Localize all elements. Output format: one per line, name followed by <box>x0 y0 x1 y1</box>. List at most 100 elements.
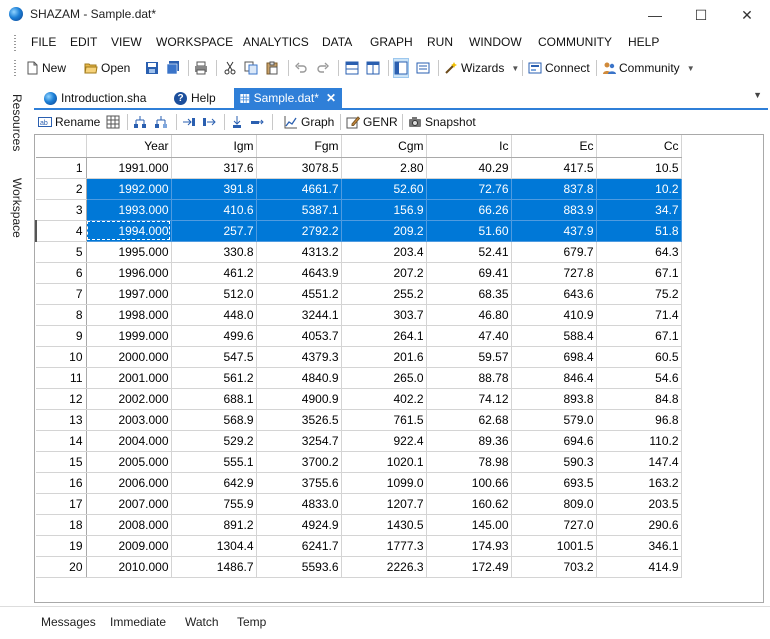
table-cell[interactable]: 1777.3 <box>341 535 427 557</box>
close-window-button[interactable]: ✕ <box>724 0 770 30</box>
cut-button[interactable] <box>223 59 237 77</box>
table-cell[interactable]: 410.6 <box>171 199 257 221</box>
table-cell[interactable]: 512.0 <box>171 283 257 305</box>
table-row[interactable]: 10 2000.000 547.5 4379.3 201.6 59.57 698.4 60.5 <box>36 346 682 368</box>
table-cell[interactable]: 5387.1 <box>256 199 342 221</box>
table-row[interactable]: 19 2009.000 1304.4 6241.7 1777.3 174.93 1001.5… <box>36 535 682 557</box>
table-cell[interactable]: 679.7 <box>511 241 597 263</box>
table-row[interactable]: 18 2008.000 891.2 4924.9 1430.5 145.00 727.0 29… <box>36 514 682 536</box>
row-header[interactable]: 1 <box>36 157 87 179</box>
table-cell[interactable]: 72.76 <box>426 178 512 200</box>
table-cell[interactable]: 3755.6 <box>256 472 342 494</box>
wizards-button[interactable]: Wizards ▼ <box>444 59 519 77</box>
table-cell[interactable]: 2009.000 <box>86 535 172 557</box>
table-cell[interactable]: 4924.9 <box>256 514 342 536</box>
row-header[interactable]: 19 <box>36 535 87 557</box>
insert-row-button[interactable] <box>230 113 244 131</box>
table-cell[interactable]: 3244.1 <box>256 304 342 326</box>
insert-column-right-button[interactable] <box>202 113 216 131</box>
row-header[interactable]: 4 <box>35 220 87 242</box>
table-cell[interactable]: 2002.000 <box>86 388 172 410</box>
table-cell[interactable]: 1998.000 <box>86 304 172 326</box>
delete-row-button[interactable] <box>250 113 264 131</box>
tab-list-dropdown-icon[interactable]: ▼ <box>753 90 762 100</box>
table-row[interactable]: 4 1994.000 257.7 2792.2 209.2 51.60 437.9 51.8 <box>35 220 682 242</box>
menu-data[interactable]: DATA <box>322 35 352 49</box>
column-header-fgm[interactable]: Fgm <box>256 135 342 158</box>
table-row[interactable]: 3 1993.000 410.6 5387.1 156.9 66.26 883.9 34.7 <box>36 199 682 221</box>
genr-button[interactable]: GENR <box>346 113 398 131</box>
table-cell[interactable]: 727.8 <box>511 262 597 284</box>
table-cell[interactable]: 4551.2 <box>256 283 342 305</box>
table-cell[interactable]: 34.7 <box>596 199 682 221</box>
save-all-button[interactable] <box>166 59 180 77</box>
table-cell[interactable]: 110.2 <box>596 430 682 452</box>
tree-button-1[interactable] <box>133 113 147 131</box>
table-row[interactable]: 13 2003.000 568.9 3526.5 761.5 62.68 579.0 96.8 <box>36 409 682 431</box>
table-cell[interactable]: 2003.000 <box>86 409 172 431</box>
table-cell[interactable]: 172.49 <box>426 556 512 578</box>
table-cell[interactable]: 4900.9 <box>256 388 342 410</box>
table-cell[interactable]: 4053.7 <box>256 325 342 347</box>
table-row[interactable]: 14 2004.000 529.2 3254.7 922.4 89.36 694.6 110.… <box>36 430 682 452</box>
table-cell[interactable]: 561.2 <box>171 367 257 389</box>
table-cell[interactable]: 52.60 <box>341 178 427 200</box>
table-cell[interactable]: 1486.7 <box>171 556 257 578</box>
tab-temp[interactable]: Temp <box>237 615 266 629</box>
column-header-year[interactable]: Year <box>86 135 172 158</box>
table-cell[interactable]: 265.0 <box>341 367 427 389</box>
graph-button[interactable]: Graph <box>284 113 334 131</box>
table-cell[interactable]: 147.4 <box>596 451 682 473</box>
table-row[interactable]: 11 2001.000 561.2 4840.9 265.0 88.78 846.4 54.6 <box>36 367 682 389</box>
table-row[interactable]: 5 1995.000 330.8 4313.2 203.4 52.41 679.7 64.3 <box>36 241 682 263</box>
table-cell[interactable]: 303.7 <box>341 304 427 326</box>
table-row[interactable]: 6 1996.000 461.2 4643.9 207.2 69.41 727.8 67.1 <box>36 262 682 284</box>
menu-analytics[interactable]: ANALYTICS <box>243 35 309 49</box>
row-header[interactable]: 15 <box>36 451 87 473</box>
table-cell[interactable]: 51.60 <box>426 220 512 242</box>
table-row[interactable]: 9 1999.000 499.6 4053.7 264.1 47.40 588.4 67.1 <box>36 325 682 347</box>
table-cell[interactable]: 1001.5 <box>511 535 597 557</box>
row-header[interactable]: 8 <box>36 304 87 326</box>
table-cell[interactable]: 448.0 <box>171 304 257 326</box>
table-cell[interactable]: 1991.000 <box>86 157 172 179</box>
data-grid[interactable]: Year Igm Fgm Cgm Ic Ec Cc 1 1991.000 317.6… <box>34 134 764 603</box>
table-cell[interactable]: 84.8 <box>596 388 682 410</box>
table-cell[interactable]: 75.2 <box>596 283 682 305</box>
table-cell[interactable]: 52.41 <box>426 241 512 263</box>
menu-community[interactable]: COMMUNITY <box>538 35 612 49</box>
table-cell[interactable]: 1430.5 <box>341 514 427 536</box>
table-cell[interactable]: 1996.000 <box>86 262 172 284</box>
table-cell[interactable]: 10.2 <box>596 178 682 200</box>
new-button[interactable]: New <box>25 59 66 77</box>
table-cell[interactable]: 67.1 <box>596 325 682 347</box>
table-cell[interactable]: 693.5 <box>511 472 597 494</box>
table-cell[interactable]: 74.12 <box>426 388 512 410</box>
table-cell[interactable]: 1995.000 <box>86 241 172 263</box>
menu-help[interactable]: HELP <box>628 35 659 49</box>
table-cell[interactable]: 174.93 <box>426 535 512 557</box>
table-cell[interactable]: 96.8 <box>596 409 682 431</box>
column-header-cgm[interactable]: Cgm <box>341 135 427 158</box>
table-cell[interactable]: 2006.000 <box>86 472 172 494</box>
table-cell[interactable]: 66.26 <box>426 199 512 221</box>
paste-button[interactable] <box>265 59 279 77</box>
table-cell[interactable]: 499.6 <box>171 325 257 347</box>
table-cell[interactable]: 761.5 <box>341 409 427 431</box>
tab-help[interactable]: ? Help <box>168 88 222 108</box>
table-view-button[interactable] <box>106 113 120 131</box>
table-cell[interactable]: 414.9 <box>596 556 682 578</box>
table-cell[interactable]: 69.41 <box>426 262 512 284</box>
table-cell[interactable]: 60.5 <box>596 346 682 368</box>
table-cell[interactable]: 694.6 <box>511 430 597 452</box>
save-button[interactable] <box>145 59 159 77</box>
table-cell[interactable]: 643.6 <box>511 283 597 305</box>
wizards-dropdown-icon[interactable]: ▼ <box>511 64 519 73</box>
table-cell[interactable]: 588.4 <box>511 325 597 347</box>
table-cell[interactable]: 529.2 <box>171 430 257 452</box>
table-cell[interactable]: 922.4 <box>341 430 427 452</box>
community-dropdown-icon[interactable]: ▼ <box>687 64 695 73</box>
table-cell[interactable]: 330.8 <box>171 241 257 263</box>
tab-introduction[interactable]: Introduction.sha <box>38 88 152 108</box>
row-header[interactable]: 10 <box>36 346 87 368</box>
